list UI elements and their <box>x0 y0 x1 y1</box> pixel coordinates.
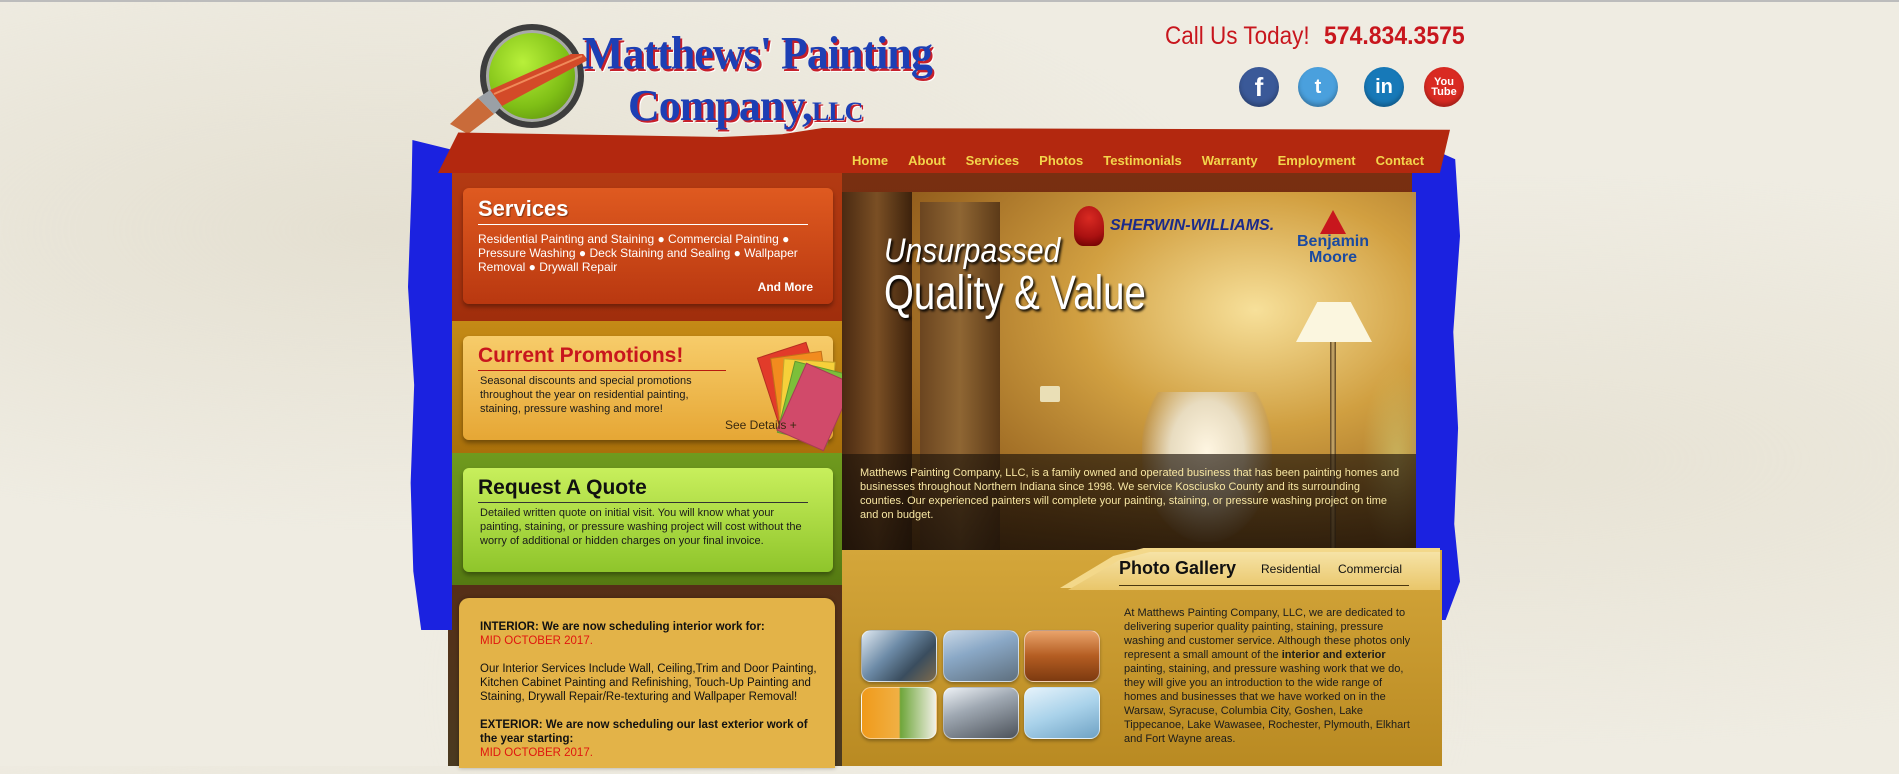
nav-services[interactable]: Services <box>956 153 1030 168</box>
nav-about[interactable]: About <box>898 153 956 168</box>
interior-label: INTERIOR: We are now scheduling interior… <box>480 621 765 633</box>
nav-contact[interactable]: Contact <box>1366 153 1434 168</box>
sherwin-williams-icon <box>1074 206 1104 246</box>
paintbrush-icon <box>450 54 588 134</box>
nav-photos[interactable]: Photos <box>1029 153 1093 168</box>
nav-testimonials[interactable]: Testimonials <box>1093 153 1192 168</box>
quote-card[interactable]: Request A Quote Detailed written quote o… <box>463 468 833 572</box>
sherwin-williams-text: SHERWIN-WILLIAMS. <box>1110 217 1275 234</box>
exterior-date: MID OCTOBER 2017. <box>480 747 593 759</box>
services-list: Residential Painting and Staining ● Comm… <box>478 232 798 274</box>
call-label: Call Us Today! <box>1165 22 1310 50</box>
exterior-label: EXTERIOR: We are now scheduling our last… <box>480 719 808 745</box>
promotions-title: Current Promotions! <box>478 344 684 367</box>
hero-caption-text: Matthews Painting Company, LLC, is a fam… <box>860 467 1400 521</box>
main-nav: Home About Services Photos Testimonials … <box>842 153 1434 168</box>
see-details-link[interactable]: See Details + <box>725 418 797 432</box>
schedule-text: INTERIOR: We are now scheduling interior… <box>480 620 820 774</box>
top-border <box>0 0 1899 2</box>
call-us: Call Us Today! 574.834.3575 <box>1157 22 1477 51</box>
nav-warranty[interactable]: Warranty <box>1192 153 1268 168</box>
quote-title: Request A Quote <box>478 476 647 499</box>
benjamin-moore-text-1: Benjamin <box>1297 233 1370 250</box>
services-divider <box>478 224 808 225</box>
gallery-thumbnail[interactable] <box>861 687 937 739</box>
youtube-tube: Tube <box>1431 86 1457 98</box>
phone-number[interactable]: 574.834.3575 <box>1324 22 1465 51</box>
benjamin-moore-text-2: Moore <box>1309 249 1357 266</box>
hero-outlet <box>1040 386 1060 402</box>
nav-home[interactable]: Home <box>842 153 898 168</box>
logo-company: Company, <box>628 81 813 130</box>
nav-employment[interactable]: Employment <box>1268 153 1366 168</box>
linkedin-icon[interactable]: in <box>1364 67 1404 107</box>
promotions-divider <box>478 370 726 371</box>
facebook-icon[interactable]: f <box>1239 67 1279 107</box>
hero-banner: Unsurpassed Quality & Value SHERWIN-WILL… <box>842 192 1416 586</box>
gallery-tab-residential[interactable]: Residential <box>1261 562 1320 576</box>
services-title: Services <box>478 196 569 221</box>
benjamin-moore-logo: Benjamin Moore <box>1297 210 1369 266</box>
interior-date: MID OCTOBER 2017. <box>480 635 593 647</box>
gallery-title: Photo Gallery <box>1119 558 1237 578</box>
services-card[interactable]: Services Residential Painting and Staini… <box>463 188 833 304</box>
gallery-description: At Matthews Painting Company, LLC, we ar… <box>1124 606 1414 746</box>
youtube-icon[interactable]: You Tube <box>1424 67 1464 107</box>
interior-services: Our Interior Services Include Wall, Ceil… <box>480 663 817 703</box>
gallery-tab-commercial[interactable]: Commercial <box>1338 562 1402 576</box>
gallery-thumbnail[interactable] <box>1024 630 1100 682</box>
sherwin-williams-logo: SHERWIN-WILLIAMS. <box>1074 206 1274 246</box>
benjamin-moore-icon <box>1320 210 1346 234</box>
promotions-text: Seasonal discounts and special promotion… <box>480 375 692 415</box>
hero-lamp-shade <box>1296 302 1372 342</box>
gallery-text-b: painting, staining, and pressure washing… <box>1124 663 1410 745</box>
quote-text: Detailed written quote on initial visit.… <box>480 507 802 547</box>
gallery-thumbnail[interactable] <box>943 687 1019 739</box>
gallery-divider <box>1119 585 1409 586</box>
company-logo[interactable]: Matthews' Painting Company,LLC <box>448 18 933 136</box>
promotions-card[interactable]: Current Promotions! Seasonal discounts a… <box>463 336 854 452</box>
gallery-thumbnail[interactable] <box>861 630 937 682</box>
twitter-icon[interactable]: t <box>1298 67 1338 107</box>
quote-divider <box>478 502 808 503</box>
blue-paint-stroke-left <box>408 140 452 630</box>
services-more-link[interactable]: And More <box>758 280 813 294</box>
logo-text-line2: Company,LLC <box>628 80 863 131</box>
gallery-thumbnail[interactable] <box>1024 687 1100 739</box>
gallery-thumbnail[interactable] <box>943 630 1019 682</box>
hero-tagline-2: Quality & Value <box>884 267 1146 320</box>
logo-llc: LLC <box>811 97 863 126</box>
gallery-text-bold: interior and exterior <box>1281 649 1386 661</box>
schedule-panel: INTERIOR: We are now scheduling interior… <box>459 598 835 768</box>
logo-text-line1: Matthews' Painting <box>582 27 933 80</box>
